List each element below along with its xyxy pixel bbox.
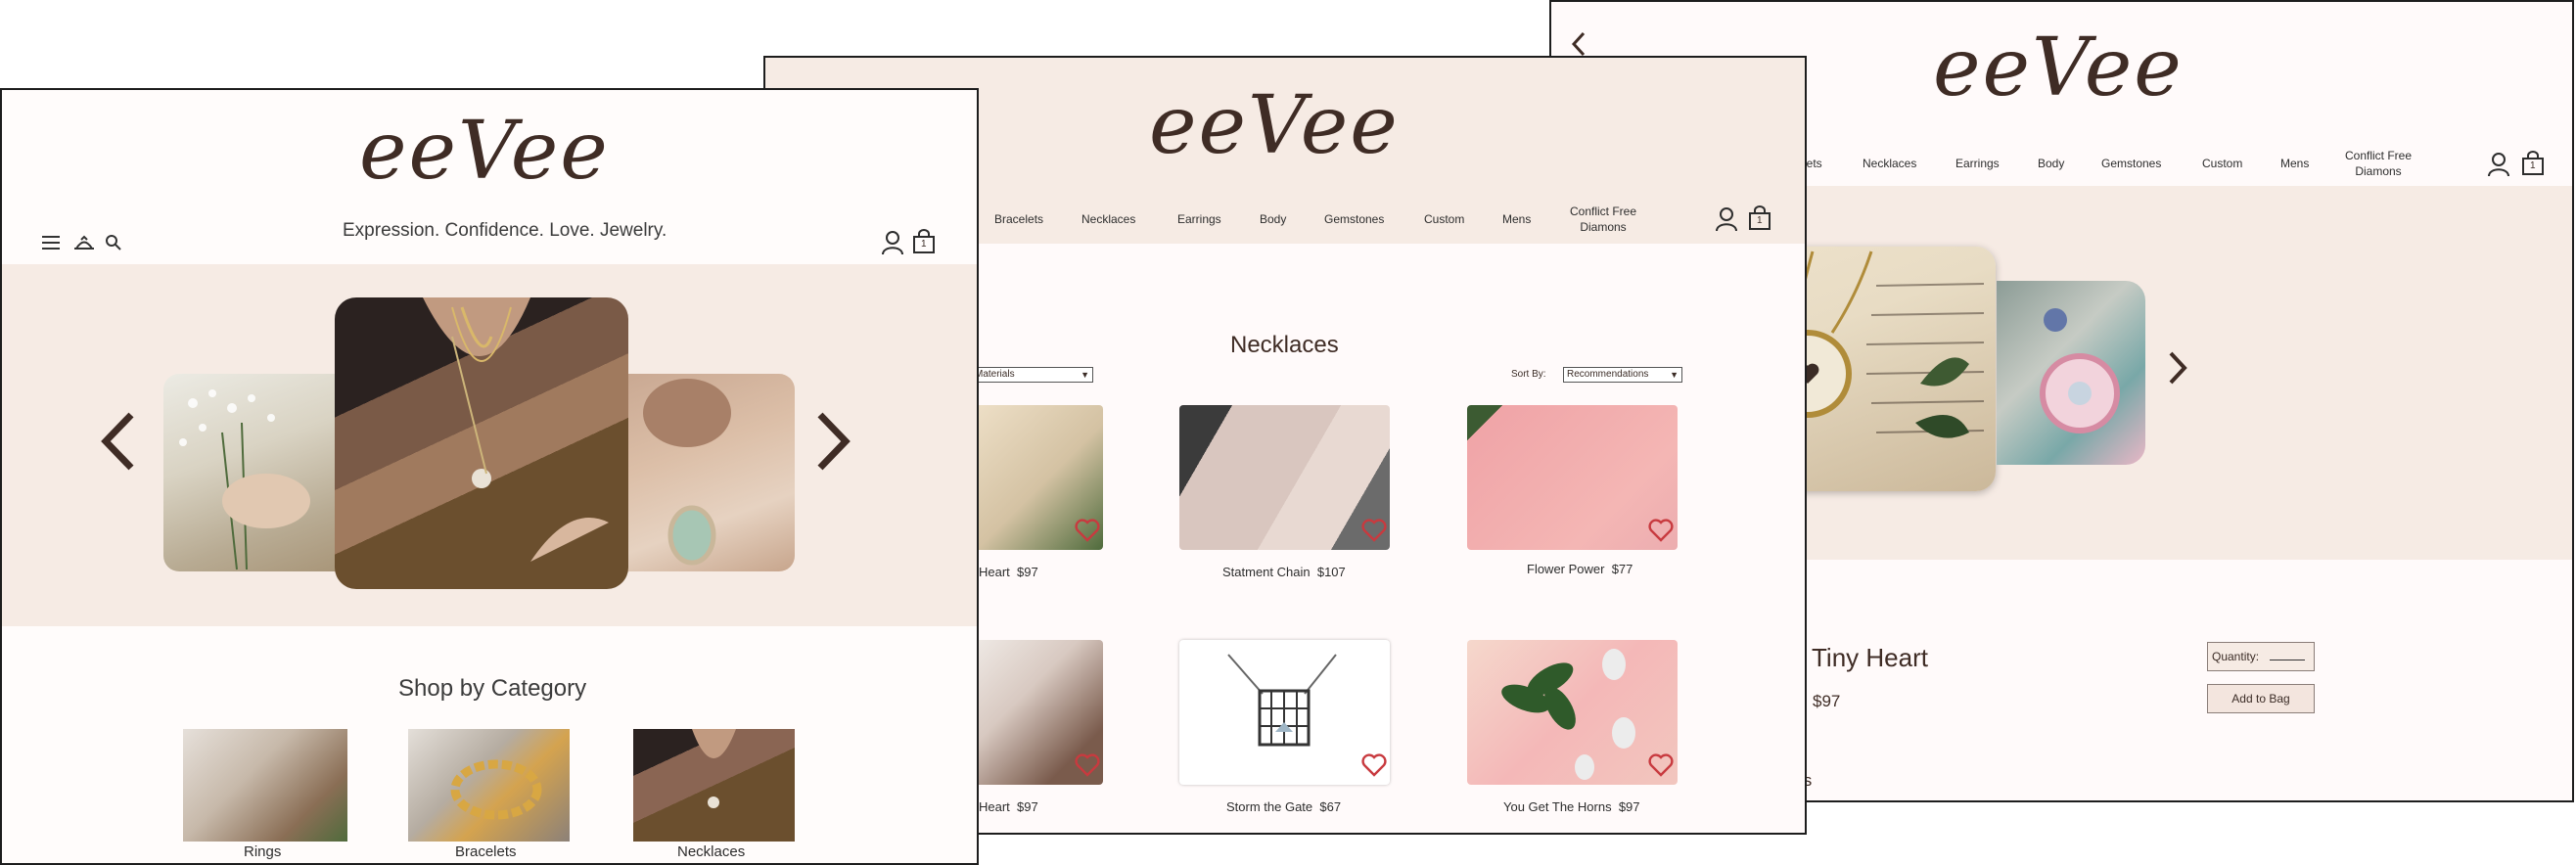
product-price: $97 — [1017, 565, 1038, 579]
page-title: Necklaces — [1230, 332, 1339, 358]
product-price: $67 — [1319, 799, 1342, 814]
nav-conflict-free-line2: Diamons — [2355, 164, 2402, 178]
nav-custom[interactable]: Custom — [2202, 157, 2242, 170]
bag-icon[interactable]: 1 — [1748, 205, 1771, 231]
bag-icon[interactable]: 1 — [912, 229, 936, 254]
materials-filter[interactable]: Materials ▼ — [971, 367, 1093, 383]
logo[interactable]: eeVee — [1933, 22, 2184, 114]
nav-conflict-free-line1: Conflict Free — [2345, 149, 2413, 162]
nav-bracelets[interactable]: Bracelets — [994, 212, 1043, 226]
product-card-image[interactable] — [1467, 640, 1678, 785]
category-bracelets-image[interactable] — [408, 729, 570, 842]
nav-earrings[interactable]: Earrings — [1955, 157, 2000, 170]
carousel-photo-right — [619, 374, 795, 571]
nav-conflict-free-line2: Diamons — [1580, 220, 1627, 234]
heart-icon[interactable] — [1361, 519, 1387, 547]
nav-mens[interactable]: Mens — [2280, 157, 2309, 170]
nav-conflict-free[interactable]: Conflict Free Diamons — [2345, 148, 2412, 179]
account-icon[interactable] — [1715, 206, 1738, 232]
heart-icon[interactable] — [1075, 519, 1100, 547]
search-icon[interactable] — [105, 234, 122, 251]
product-photo-right — [1997, 281, 2145, 465]
pendant-image — [1227, 654, 1337, 747]
product-card-image[interactable] — [1179, 405, 1390, 550]
carousel-photo-left — [163, 374, 345, 571]
nav-body[interactable]: Body — [1260, 212, 1286, 226]
category-necklaces-image[interactable] — [633, 729, 795, 842]
heart-icon[interactable] — [1648, 519, 1674, 547]
category-rings-image[interactable] — [183, 729, 347, 842]
product-caption: Flower Power $77 — [1527, 562, 1633, 576]
menu-icon[interactable] — [41, 234, 61, 251]
category-necklaces-label[interactable]: Necklaces — [677, 843, 745, 860]
product-name: Tiny Heart — [1812, 643, 1928, 672]
hero-band — [2, 264, 977, 626]
nav-custom[interactable]: Custom — [1424, 212, 1464, 226]
product-name: Statment Chain — [1222, 565, 1311, 579]
nav-gemstones[interactable]: Gemstones — [1324, 212, 1384, 226]
back-chevron-icon[interactable] — [1571, 31, 1587, 57]
tagline: Expression. Confidence. Love. Jewelry. — [343, 220, 667, 241]
category-rings-label[interactable]: Rings — [244, 843, 281, 860]
product-name: You Get The Horns — [1503, 799, 1612, 814]
quantity-field[interactable]: Quantity: — [2207, 642, 2315, 671]
logo[interactable]: eeVee — [1149, 79, 1400, 172]
product-name: Storm the Gate — [1226, 799, 1313, 814]
carousel-prev-icon[interactable] — [100, 411, 135, 477]
product-price: $77 — [1611, 562, 1633, 576]
heart-icon[interactable] — [1361, 753, 1387, 782]
nav-conflict-free-line1: Conflict Free — [1570, 205, 1637, 218]
account-icon[interactable] — [881, 230, 904, 255]
product-name: Heart — [979, 799, 1010, 814]
nav-body[interactable]: Body — [2038, 157, 2064, 170]
logo[interactable]: eeVee — [359, 105, 610, 198]
product-price: $97 — [1618, 799, 1640, 814]
home-window: eeVee Expression. Confidence. Love. Jewe… — [0, 88, 979, 865]
product-name: Flower Power — [1527, 562, 1605, 576]
heart-icon[interactable] — [1648, 753, 1674, 782]
bag-icon[interactable]: 1 — [2521, 151, 2545, 176]
bag-count: 1 — [2530, 160, 2536, 171]
product-caption: Statment Chain $107 — [1222, 565, 1346, 579]
product-caption: Heart $97 — [979, 565, 1038, 579]
quantity-label: Quantity: — [2212, 650, 2260, 663]
materials-filter-value: Materials — [975, 369, 1015, 380]
nav-earrings[interactable]: Earrings — [1177, 212, 1221, 226]
carousel-photo-main — [335, 297, 628, 589]
account-icon[interactable] — [2487, 152, 2510, 177]
product-caption: Storm the Gate $67 — [1226, 799, 1341, 814]
product-caption: You Get The Horns $97 — [1503, 799, 1640, 814]
product-card-image[interactable] — [1467, 405, 1678, 550]
nav-necklaces[interactable]: Necklaces — [1081, 212, 1135, 226]
nav-conflict-free[interactable]: Conflict Free Diamons — [1570, 204, 1636, 235]
heart-icon[interactable] — [1075, 753, 1100, 782]
bag-count: 1 — [1757, 215, 1763, 226]
ring-icon[interactable] — [72, 234, 96, 251]
category-bracelets-label[interactable]: Bracelets — [455, 843, 517, 860]
product-card-image[interactable] — [1179, 640, 1390, 785]
product-price: $97 — [1017, 799, 1038, 814]
sort-select-value: Recommendations — [1567, 369, 1649, 380]
sort-select[interactable]: Recommendations ▼ — [1563, 367, 1682, 383]
add-to-bag-button[interactable]: Add to Bag — [2207, 684, 2315, 713]
product-name: Heart — [979, 565, 1010, 579]
nav-mens[interactable]: Mens — [1502, 212, 1531, 226]
chevron-down-icon: ▼ — [1670, 370, 1679, 380]
chevron-down-icon: ▼ — [1081, 370, 1089, 380]
product-price: $107 — [1316, 565, 1346, 579]
product-caption: Heart $97 — [979, 799, 1038, 814]
product-price: $97 — [1813, 692, 1841, 710]
sort-label: Sort By: — [1511, 369, 1546, 380]
bag-count: 1 — [921, 239, 927, 250]
section-title: Shop by Category — [398, 675, 587, 702]
carousel-next-icon[interactable] — [816, 411, 851, 477]
carousel-next-icon[interactable] — [2168, 350, 2187, 390]
nav-necklaces[interactable]: Necklaces — [1863, 157, 1916, 170]
nav-gemstones[interactable]: Gemstones — [2101, 157, 2161, 170]
